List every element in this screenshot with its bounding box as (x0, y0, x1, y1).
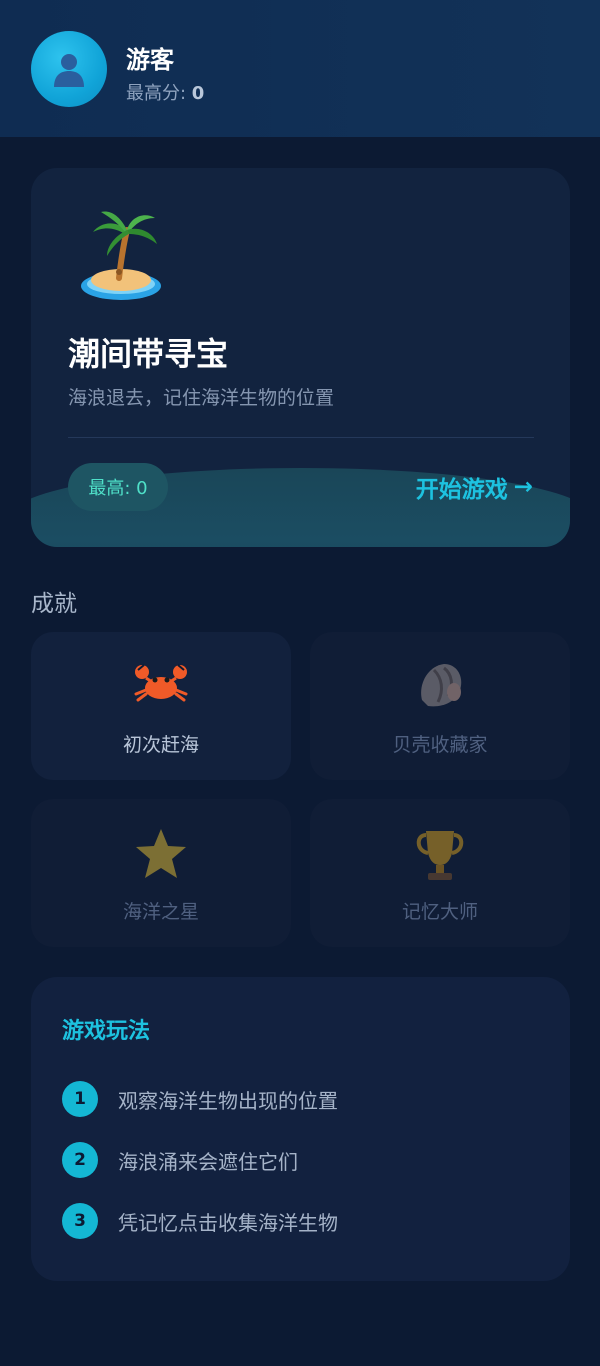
achievement-card[interactable]: 贝壳收藏家 (310, 632, 570, 780)
crab-icon (31, 660, 291, 706)
best-score-value: 0 (191, 83, 205, 104)
achievement-label: 记忆大师 (401, 901, 478, 923)
trophy-icon (310, 827, 570, 883)
profile-header: 游客 最高分: 0 (0, 0, 600, 137)
avatar[interactable] (31, 31, 107, 107)
achievement-card[interactable]: 海洋之星 (31, 799, 291, 947)
arrow-right-icon: → (513, 474, 533, 500)
step-text: 海浪涌来会遮住它们 (118, 1149, 298, 1174)
step-text: 凭记忆点击收集海洋生物 (118, 1210, 338, 1235)
achievement-label: 初次赶海 (122, 734, 199, 756)
how-to-play-card: 游戏玩法 1 观察海洋生物出现的位置 2 海浪涌来会遮住它们 3 凭记忆点击收集… (31, 977, 570, 1281)
game-title: 潮间带寻宝 (68, 335, 229, 373)
achievement-label: 贝壳收藏家 (392, 734, 488, 756)
achievement-card[interactable]: 初次赶海 (31, 632, 291, 780)
card-divider (68, 437, 534, 438)
step-item: 3 凭记忆点击收集海洋生物 (62, 1203, 338, 1239)
user-name: 游客 (126, 46, 174, 74)
step-number: 2 (62, 1142, 98, 1178)
best-score: 最高分: 0 (126, 79, 204, 105)
step-number: 1 (62, 1081, 98, 1117)
how-to-play-title: 游戏玩法 (62, 1019, 151, 1044)
palm-island-icon (79, 206, 165, 310)
achievement-label: 海洋之星 (122, 901, 199, 923)
step-text: 观察海洋生物出现的位置 (118, 1088, 338, 1113)
game-description: 海浪退去，记住海洋生物的位置 (68, 387, 335, 409)
start-game-button[interactable]: 开始游戏 → (416, 470, 533, 504)
step-item: 2 海浪涌来会遮住它们 (62, 1142, 298, 1178)
achievement-card[interactable]: 记忆大师 (310, 799, 570, 947)
shell-icon (310, 660, 570, 710)
best-score-label: 最高分: (126, 83, 192, 104)
record-badge: 最高: 0 (68, 463, 168, 511)
star-icon (31, 827, 291, 881)
achievements-title: 成就 (31, 591, 77, 617)
step-number: 3 (62, 1203, 98, 1239)
step-item: 1 观察海洋生物出现的位置 (62, 1081, 338, 1117)
game-card[interactable]: 潮间带寻宝 海浪退去，记住海洋生物的位置 最高: 0 开始游戏 → (31, 168, 570, 547)
user-icon (54, 54, 84, 87)
start-game-label: 开始游戏 (415, 477, 508, 503)
